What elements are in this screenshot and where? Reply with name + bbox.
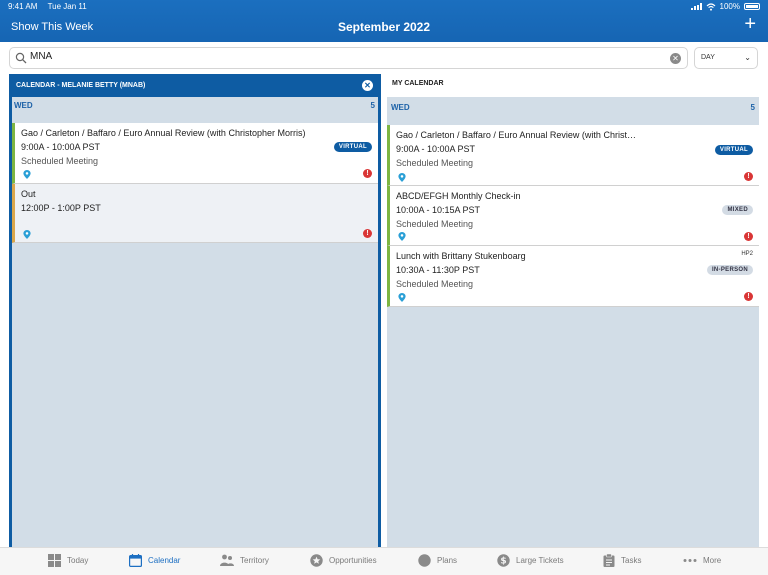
battery-icon bbox=[744, 3, 760, 10]
tab-more[interactable]: More bbox=[683, 554, 721, 567]
tab-label: Opportunities bbox=[329, 556, 377, 565]
clipboard-icon bbox=[603, 554, 615, 567]
left-calendar-header: CALENDAR - MELANIE BETTY (MNAB) ✕ bbox=[12, 74, 378, 97]
app-header: 9:41 AM Tue Jan 11 100% Show This Week S… bbox=[0, 0, 768, 42]
left-calendar-column: CALENDAR - MELANIE BETTY (MNAB) ✕ WED 5 … bbox=[9, 74, 381, 547]
page-title: September 2022 bbox=[337, 20, 431, 34]
left-day-bar: WED 5 bbox=[12, 97, 378, 123]
event-time: 9:00A - 10:00A PST bbox=[396, 144, 476, 154]
chevron-down-icon: ⌄ bbox=[744, 53, 751, 62]
right-day-name: WED bbox=[391, 103, 410, 112]
tab-label: Tasks bbox=[621, 556, 642, 565]
event-type: Scheduled Meeting bbox=[21, 156, 99, 166]
location-pin-icon[interactable] bbox=[398, 232, 406, 241]
tab-label: Today bbox=[67, 556, 89, 565]
event-badge: VIRTUAL bbox=[714, 145, 753, 155]
clear-search-icon[interactable]: ✕ bbox=[670, 53, 681, 64]
status-bar-left: 9:41 AM Tue Jan 11 bbox=[8, 2, 87, 11]
event-time: 10:00A - 10:15A PST bbox=[396, 205, 481, 215]
location-pin-icon[interactable] bbox=[23, 230, 31, 239]
tab-label: Calendar bbox=[148, 556, 181, 565]
event-card[interactable]: Lunch with Brittany Stukenboarg HP2 10:3… bbox=[387, 246, 759, 307]
circle-icon bbox=[418, 554, 431, 567]
tab-large-tickets[interactable]: $ Large Tickets bbox=[497, 554, 564, 567]
event-title: Out bbox=[21, 189, 36, 199]
event-type: Scheduled Meeting bbox=[396, 158, 474, 168]
grid-icon bbox=[48, 554, 61, 567]
event-time: 12:00P - 1:00P PST bbox=[21, 203, 101, 213]
battery-percent: 100% bbox=[719, 2, 740, 11]
search-box[interactable]: ✕ bbox=[9, 47, 688, 69]
left-day-name: WED bbox=[14, 101, 33, 110]
signal-icon bbox=[690, 3, 702, 10]
people-icon bbox=[220, 554, 234, 566]
alert-icon[interactable]: ! bbox=[744, 172, 753, 181]
status-date: Tue Jan 11 bbox=[47, 2, 87, 11]
view-select-value: DAY bbox=[701, 54, 715, 61]
status-time: 9:41 AM bbox=[8, 2, 38, 11]
add-button[interactable]: + bbox=[744, 14, 756, 34]
event-title: Gao / Carleton / Baffaro / Euro Annual R… bbox=[21, 128, 306, 138]
alert-icon[interactable]: ! bbox=[363, 229, 372, 238]
event-title: ABCD/EFGH Monthly Check-in bbox=[396, 191, 521, 201]
calendar-icon bbox=[129, 554, 142, 567]
alert-icon[interactable]: ! bbox=[363, 169, 372, 178]
event-card[interactable]: Out 12:00P - 1:00P PST ! bbox=[12, 184, 378, 243]
event-time: 9:00A - 10:00A PST bbox=[21, 142, 101, 152]
event-type: Scheduled Meeting bbox=[396, 219, 474, 229]
alert-icon[interactable]: ! bbox=[744, 232, 753, 241]
close-icon[interactable]: ✕ bbox=[362, 80, 373, 91]
left-calendar-title: CALENDAR - MELANIE BETTY (MNAB) bbox=[16, 82, 146, 89]
event-card[interactable]: Gao / Carleton / Baffaro / Euro Annual R… bbox=[387, 125, 759, 186]
view-select[interactable]: DAY ⌄ bbox=[694, 47, 758, 69]
right-calendar-header: MY CALENDAR bbox=[387, 74, 759, 97]
event-tag: HP2 bbox=[741, 251, 753, 257]
status-bar-right: 100% bbox=[690, 2, 760, 11]
event-badge: MIXED bbox=[722, 205, 753, 215]
tab-calendar[interactable]: Calendar bbox=[129, 554, 180, 567]
svg-text:$: $ bbox=[500, 557, 506, 567]
star-icon bbox=[310, 554, 323, 567]
right-day-number: 5 bbox=[750, 103, 755, 112]
left-day-number: 5 bbox=[370, 101, 375, 110]
event-type: Scheduled Meeting bbox=[396, 279, 474, 289]
ellipsis-icon bbox=[683, 559, 697, 562]
tab-tasks[interactable]: Tasks bbox=[603, 554, 641, 567]
right-day-bar: WED 5 bbox=[387, 97, 759, 125]
location-pin-icon[interactable] bbox=[398, 293, 406, 302]
search-row: ✕ DAY ⌄ bbox=[0, 42, 768, 74]
event-badge: VIRTUAL bbox=[333, 142, 372, 152]
tab-plans[interactable]: Plans bbox=[418, 554, 457, 567]
wifi-icon bbox=[706, 2, 715, 11]
event-badge: IN-PERSON bbox=[706, 265, 753, 275]
event-title: Lunch with Brittany Stukenboarg bbox=[396, 251, 526, 261]
tab-opportunities[interactable]: Opportunities bbox=[310, 554, 377, 567]
location-pin-icon[interactable] bbox=[23, 170, 31, 179]
location-pin-icon[interactable] bbox=[398, 173, 406, 182]
tab-today[interactable]: Today bbox=[48, 554, 88, 567]
tab-label: Large Tickets bbox=[516, 556, 564, 565]
event-card[interactable]: Gao / Carleton / Baffaro / Euro Annual R… bbox=[12, 123, 378, 184]
event-time: 10:30A - 11:30P PST bbox=[396, 265, 480, 275]
search-icon bbox=[15, 52, 27, 64]
tab-label: Territory bbox=[240, 556, 269, 565]
search-input[interactable] bbox=[30, 51, 630, 62]
dollar-icon: $ bbox=[497, 554, 510, 567]
tab-label: Plans bbox=[437, 556, 458, 565]
right-calendar-title: MY CALENDAR bbox=[392, 80, 444, 87]
event-card[interactable]: ABCD/EFGH Monthly Check-in 10:00A - 10:1… bbox=[387, 186, 759, 246]
alert-icon[interactable]: ! bbox=[744, 292, 753, 301]
right-calendar-column: MY CALENDAR WED 5 Gao / Carleton / Baffa… bbox=[387, 74, 759, 547]
tab-bar: Today Calendar Territory Opportunities P… bbox=[0, 547, 768, 575]
tab-label: More bbox=[703, 556, 722, 565]
tab-territory[interactable]: Territory bbox=[220, 554, 269, 567]
event-title: Gao / Carleton / Baffaro / Euro Annual R… bbox=[396, 130, 636, 140]
